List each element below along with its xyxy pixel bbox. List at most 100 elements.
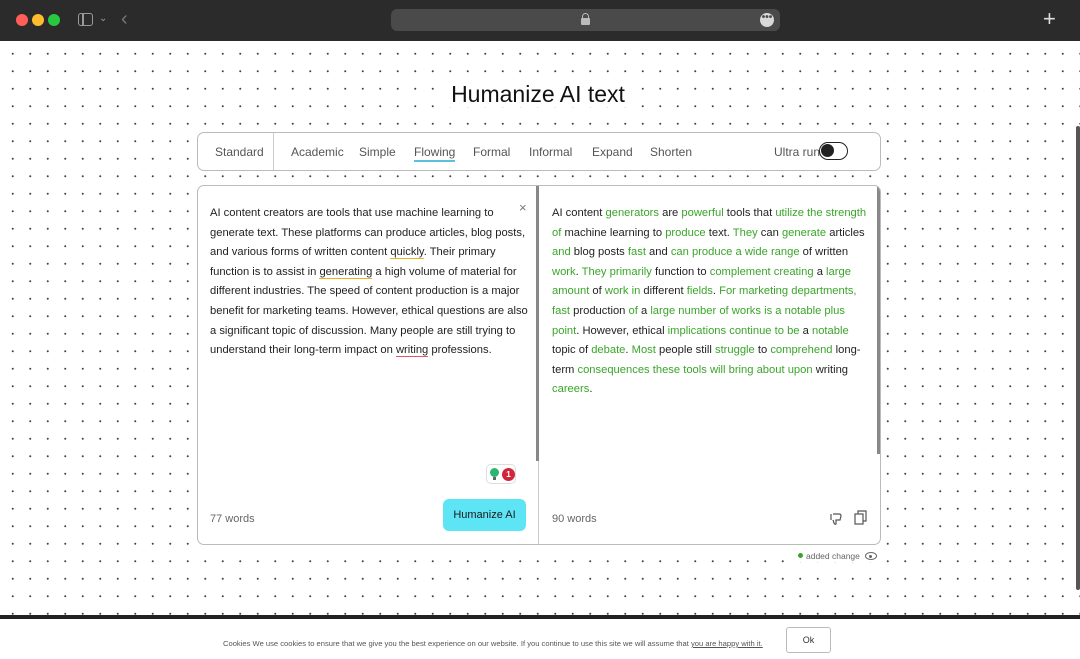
changed-phrase: generators <box>605 207 660 219</box>
text-segment: a <box>799 324 812 337</box>
text-segment: articles <box>826 226 865 239</box>
changed-phrase: fields <box>686 285 713 298</box>
toggle-knob <box>821 144 834 157</box>
text-segment: professions. <box>428 344 492 357</box>
text-segment: writing <box>812 363 849 376</box>
text-segment: production <box>570 304 629 317</box>
text-segment: are <box>659 207 682 219</box>
changed-phrase: and <box>552 246 571 259</box>
changed-phrase: debate <box>591 344 626 357</box>
text-segment: of written <box>799 246 849 259</box>
output-word-count: 90 words <box>552 513 597 525</box>
changed-phrase: comprehend <box>770 344 833 357</box>
legend: added change <box>795 550 880 562</box>
changed-phrase: consequences these tools will bring abou… <box>577 363 813 376</box>
text-segment: can <box>757 226 782 239</box>
mode-academic[interactable]: Academic <box>291 145 344 159</box>
text-segment: and <box>645 246 671 259</box>
changed-phrase: struggle <box>714 344 755 357</box>
text-segment: . However, ethical <box>576 324 668 337</box>
suggestion-count: 1 <box>502 468 515 481</box>
changed-phrase: Most <box>631 344 656 357</box>
minimize-window-button[interactable] <box>32 14 44 26</box>
changed-phrase: notable <box>811 324 849 337</box>
mode-informal[interactable]: Informal <box>529 145 572 159</box>
page-title: Humanize AI text <box>0 81 1076 108</box>
style-suggestion[interactable]: quickly <box>390 246 424 260</box>
changed-phrase: They primarily <box>581 265 652 278</box>
text-segment: a <box>813 265 827 278</box>
text-segment: function to <box>651 265 710 278</box>
clear-input-icon[interactable]: × <box>519 200 527 215</box>
output-text: AI content generators are powerful tools… <box>552 204 870 400</box>
mode-expand[interactable]: Expand <box>592 145 633 159</box>
changed-phrase: work <box>552 265 576 278</box>
input-scrollbar[interactable] <box>536 186 539 461</box>
changed-phrase: of <box>628 304 638 317</box>
more-icon[interactable]: ••• <box>760 13 774 27</box>
text-segment: different <box>640 285 687 298</box>
text-segment: to <box>754 344 771 357</box>
style-suggestion[interactable]: generating <box>319 265 373 279</box>
output-scrollbar[interactable] <box>877 186 880 454</box>
changed-phrase: fast <box>627 246 646 259</box>
text-segment: AI content <box>552 207 606 219</box>
page-title-text: Humanize AI text <box>445 81 631 107</box>
text-segment: . <box>589 383 593 396</box>
text-segment: people still <box>655 344 715 357</box>
page-scrollbar[interactable] <box>1076 126 1080 590</box>
zoom-window-button[interactable] <box>48 14 60 26</box>
text-segment: machine learning to <box>561 226 666 239</box>
changed-phrase: careers <box>552 383 590 396</box>
mode-formal[interactable]: Formal <box>473 145 510 159</box>
cookie-policy-link[interactable]: you are happy with it. <box>691 639 763 648</box>
changed-phrase: can produce a wide range <box>670 246 800 259</box>
changed-phrase: powerful <box>681 207 724 219</box>
input-word-count: 77 words <box>210 513 255 525</box>
changed-phrase: produce <box>665 226 706 239</box>
cookie-banner: Cookies We use cookies to ensure that we… <box>0 615 1080 659</box>
text-segment: blog posts <box>570 246 628 259</box>
ultra-run-label: Ultra run <box>774 145 821 159</box>
mode-simple[interactable]: Simple <box>359 145 396 159</box>
chevron-down-icon[interactable]: ⌄ <box>99 13 107 24</box>
text-segment: text. <box>705 226 733 239</box>
input-textarea[interactable]: AI content creators are tools that use m… <box>210 204 528 361</box>
mode-divider <box>273 133 274 170</box>
cookie-text: Cookies We use cookies to ensure that we… <box>223 639 691 648</box>
browser-toolbar: ⌄ ‹ ••• + <box>0 0 1080 41</box>
cookie-ok-button[interactable]: Ok <box>786 627 831 653</box>
eye-icon[interactable] <box>864 552 877 560</box>
lock-icon <box>581 13 590 25</box>
legend-label: added change <box>806 551 860 561</box>
mode-standard[interactable]: Standard <box>215 145 264 159</box>
back-icon[interactable]: ‹ <box>121 9 128 29</box>
lightbulb-icon <box>490 468 499 480</box>
text-segment: a <box>637 304 651 317</box>
text-segment: a high volume of material for different … <box>210 265 528 357</box>
sidebar-icon[interactable] <box>78 13 93 26</box>
spelling-suggestion[interactable]: writing <box>395 344 429 358</box>
page-content: Humanize AI text Standard Academic Simpl… <box>0 41 1080 615</box>
copy-icon[interactable] <box>854 510 868 526</box>
mode-flowing[interactable]: Flowing <box>414 145 456 162</box>
text-segment: topic of <box>552 344 592 357</box>
mode-shorten[interactable]: Shorten <box>650 145 692 159</box>
editor-panel: AI content creators are tools that use m… <box>197 185 881 545</box>
text-segment: tools that <box>723 207 776 219</box>
address-bar[interactable]: ••• <box>391 9 780 31</box>
close-window-button[interactable] <box>16 14 28 26</box>
new-tab-icon[interactable]: + <box>1043 8 1056 30</box>
mode-selector: Standard Academic Simple Flowing Formal … <box>197 132 881 171</box>
changed-phrase: generate <box>781 226 827 239</box>
suggestions-badge[interactable]: 1 <box>486 464 516 484</box>
ultra-run-toggle[interactable] <box>819 142 848 160</box>
changed-phrase: complement creating <box>709 265 814 278</box>
changed-phrase: They <box>732 226 758 239</box>
text-segment: of <box>589 285 605 298</box>
added-change-dot <box>798 553 803 558</box>
changed-phrase: implications continue to be <box>667 324 800 337</box>
thumbs-down-icon[interactable] <box>828 511 844 527</box>
humanize-button[interactable]: Humanize AI <box>443 499 526 531</box>
changed-phrase: work in <box>604 285 641 298</box>
